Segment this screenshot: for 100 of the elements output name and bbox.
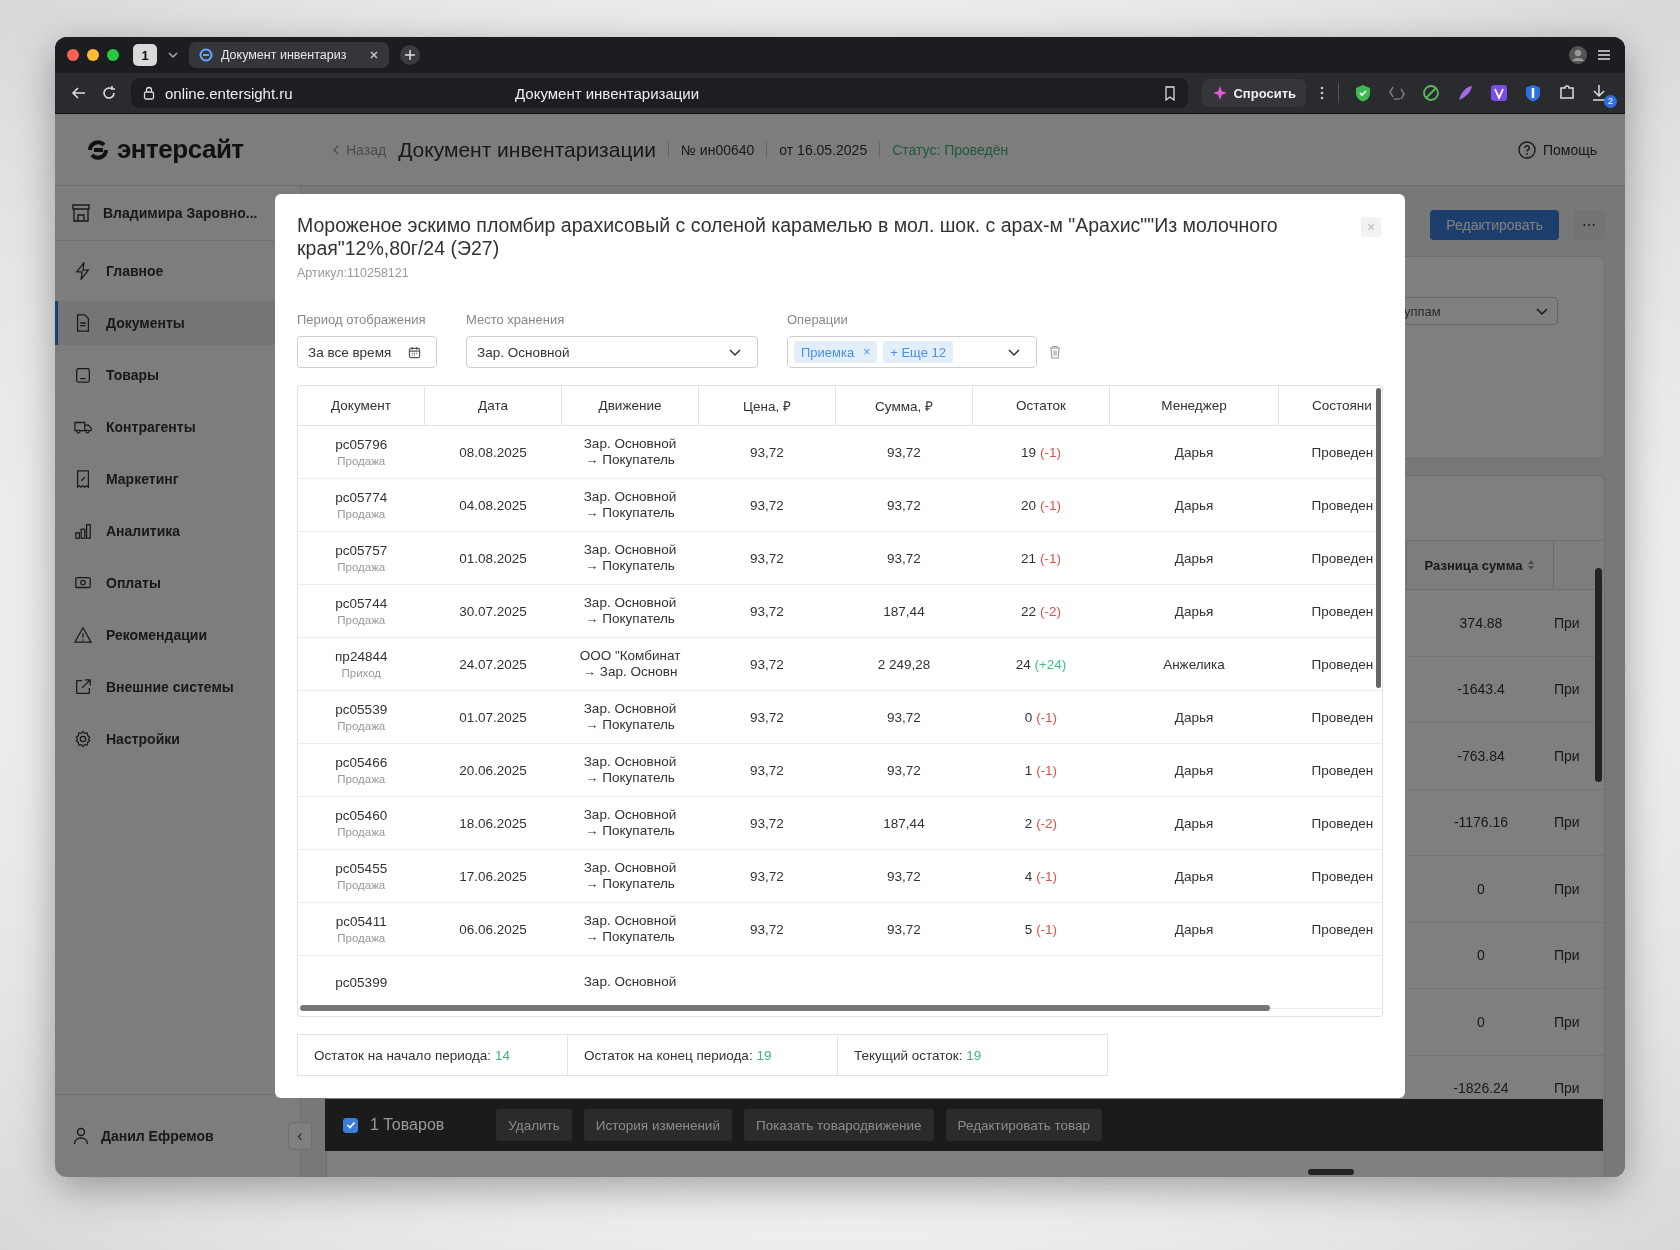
table-cell-text: При bbox=[1554, 1013, 1581, 1030]
document-type: Продажа bbox=[336, 773, 387, 785]
table-cell-text: -1826.24 bbox=[1452, 1080, 1510, 1097]
movement-to: → Зар. Основн bbox=[581, 664, 679, 680]
table-cell: 93,72 bbox=[835, 743, 973, 797]
document-type: Приход bbox=[340, 667, 383, 679]
table-cell: 06.06.2025 bbox=[424, 902, 562, 956]
movement-from: Зар. Основной bbox=[582, 974, 678, 990]
table-cell: 93,72 bbox=[835, 902, 973, 956]
table-cell-text: При bbox=[1554, 1080, 1581, 1097]
page-heading: Документ инвентаризации bbox=[398, 137, 656, 162]
table-cell: 93,72 bbox=[698, 637, 836, 691]
document-number: № ин00640 bbox=[667, 141, 755, 158]
table-cell: 93,72 bbox=[698, 902, 836, 956]
document-status: Статус: Проведён bbox=[879, 141, 1009, 158]
movement-from: Зар. Основной bbox=[582, 860, 678, 876]
table-cell: 20.06.2025 bbox=[424, 743, 562, 797]
stock-value: 22 (-2) bbox=[1021, 603, 1061, 619]
table-cell: 93,72 bbox=[698, 531, 836, 585]
article-number: Артикул:110258121 bbox=[297, 266, 410, 280]
movement-to: → Покупатель bbox=[584, 876, 676, 892]
table-cell: Дарья bbox=[1109, 584, 1279, 638]
stock-value: 0 (-1) bbox=[1024, 709, 1058, 725]
table-cell: 93,72 bbox=[835, 690, 973, 744]
selection-count: 1 Товаров bbox=[370, 1116, 445, 1134]
stock-value: 21 (-1) bbox=[1021, 550, 1061, 566]
table-cell: 2 249,28 bbox=[835, 637, 973, 691]
document-type: Продажа bbox=[336, 614, 387, 626]
table-cell: 01.08.2025 bbox=[424, 531, 562, 585]
movement-from: Зар. Основной bbox=[582, 913, 678, 929]
table-cell-text: -1643.4 bbox=[1456, 681, 1506, 698]
table-cell: Проведен bbox=[1278, 902, 1382, 956]
stock-value: 2 (-2) bbox=[1024, 815, 1058, 831]
table-cell: Проведен bbox=[1278, 743, 1382, 797]
movement-from: Зар. Основной bbox=[582, 595, 678, 611]
table-cell: Дарья bbox=[1109, 796, 1279, 850]
table-cell: Анжелика bbox=[1109, 637, 1279, 691]
document-type: Продажа bbox=[336, 508, 387, 520]
stock-value: 24 (+24) bbox=[1015, 656, 1067, 672]
summary-text: Остаток на начало периода: 14 bbox=[297, 1034, 568, 1076]
movement-to: → Покупатель bbox=[584, 823, 676, 839]
table-cell: 17.06.2025 bbox=[424, 849, 562, 903]
movement-to: → Покупатель bbox=[584, 770, 676, 786]
stock-value: 5 (-1) bbox=[1024, 921, 1058, 937]
table-cell-text: 0 bbox=[1476, 947, 1486, 964]
table-cell: 93,72 bbox=[698, 584, 836, 638]
table-cell: 93,72 bbox=[698, 849, 836, 903]
stock-value: 19 (-1) bbox=[1021, 444, 1061, 460]
table-cell-text: При bbox=[1554, 814, 1581, 831]
movement-to: → Покупатель bbox=[584, 452, 676, 468]
movement-from: Зар. Основной bbox=[582, 754, 678, 770]
table-cell: 93,72 bbox=[698, 743, 836, 797]
table-cell: 18.06.2025 bbox=[424, 796, 562, 850]
table-cell: 93,72 bbox=[698, 796, 836, 850]
download-count-badge: 2 bbox=[1604, 95, 1617, 108]
document-type: Продажа bbox=[336, 932, 387, 944]
movement-from: Зар. Основной bbox=[582, 701, 678, 717]
table-cell: 24.07.2025 bbox=[424, 637, 562, 691]
table-cell-text: При bbox=[1554, 947, 1581, 964]
movement-from: Зар. Основной bbox=[582, 489, 678, 505]
table-cell: 04.08.2025 bbox=[424, 478, 562, 532]
table-cell-text: При bbox=[1554, 880, 1581, 897]
table-cell: 187,44 bbox=[835, 796, 973, 850]
table-cell: 93,72 bbox=[698, 425, 836, 479]
table-cell: Дарья bbox=[1109, 902, 1279, 956]
table-cell: 93,72 bbox=[835, 425, 973, 479]
table-cell: 93,72 bbox=[835, 478, 973, 532]
table-cell: 93,72 bbox=[698, 690, 836, 744]
movement-to: → Покупатель bbox=[584, 929, 676, 945]
movement-to: → Покупатель bbox=[584, 505, 676, 521]
stock-value: 1 (-1) bbox=[1024, 762, 1058, 778]
document-type: Продажа bbox=[336, 879, 387, 891]
page-title: Документ инвентаризации bbox=[515, 84, 701, 102]
table-cell: Дарья bbox=[1109, 425, 1279, 479]
table-cell: Дарья bbox=[1109, 478, 1279, 532]
table-cell-text: При bbox=[1554, 614, 1581, 631]
url-text: online.entersight.ru bbox=[165, 84, 294, 102]
field-label: Период отображения bbox=[297, 312, 427, 327]
movement-to: → Покупатель bbox=[584, 558, 676, 574]
tab-title: Документ инвентариз bbox=[221, 48, 348, 62]
movement-from: Зар. Основной bbox=[582, 542, 678, 558]
table-cell: 30.07.2025 bbox=[424, 584, 562, 638]
table-cell-text: -1176.16 bbox=[1452, 814, 1510, 831]
document-type: Продажа bbox=[336, 455, 387, 467]
summary-text: Остаток на конец периода: 19 bbox=[567, 1034, 838, 1076]
table-cell: Дарья bbox=[1109, 743, 1279, 797]
table-cell: Проведен bbox=[1278, 690, 1382, 744]
movement-to: → Покупатель bbox=[584, 611, 676, 627]
table-cell: Дарья bbox=[1109, 690, 1279, 744]
table-cell: 187,44 bbox=[835, 584, 973, 638]
table-cell: 93,72 bbox=[835, 531, 973, 585]
table-cell-text: 0 bbox=[1476, 880, 1486, 897]
operation-tag: Приемка × bbox=[794, 341, 878, 363]
table-cell: 93,72 bbox=[698, 478, 836, 532]
movement-to: → Покупатель bbox=[584, 717, 676, 733]
table-cell: 08.08.2025 bbox=[424, 425, 562, 479]
document-type: Продажа bbox=[336, 561, 387, 573]
document-date: от 16.05.2025 bbox=[766, 141, 868, 158]
movement-from: Зар. Основной bbox=[582, 807, 678, 823]
table-cell: Дарья bbox=[1109, 531, 1279, 585]
